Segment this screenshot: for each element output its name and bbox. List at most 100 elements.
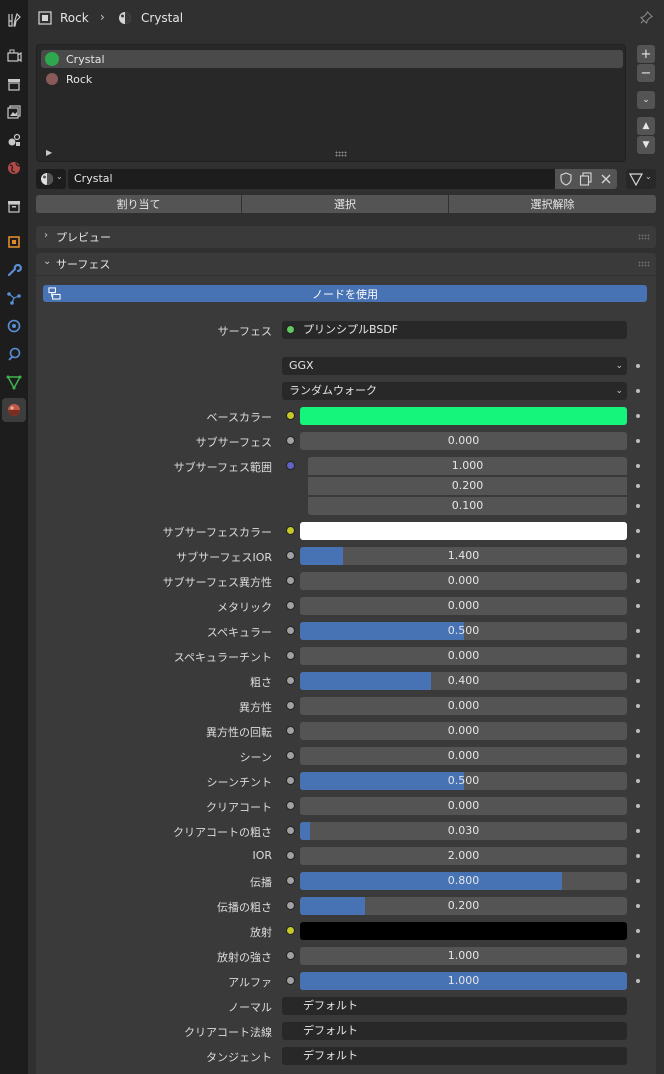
value-slider[interactable]: 1.000 — [300, 947, 627, 965]
socket-icon[interactable] — [286, 851, 295, 860]
move-down-button[interactable]: ▼ — [637, 136, 655, 154]
socket-icon[interactable] — [286, 951, 295, 960]
vector-component-field[interactable]: 0.100 — [308, 497, 627, 515]
filter-expand-icon[interactable]: ▶ — [46, 148, 52, 157]
socket-icon[interactable] — [286, 901, 295, 910]
vector-component-field[interactable]: 1.000 — [308, 457, 627, 475]
value-slider[interactable]: 0.000 — [300, 697, 627, 715]
remove-slot-button[interactable]: − — [637, 64, 655, 82]
animate-dot[interactable] — [636, 414, 640, 418]
animate-dot[interactable] — [636, 554, 640, 558]
unlink-close-icon[interactable] — [599, 172, 613, 186]
browse-material-button[interactable]: ⌄ — [36, 169, 66, 189]
value-slider[interactable]: 0.500 — [300, 622, 627, 640]
animate-dot[interactable] — [636, 954, 640, 958]
physics-tab[interactable] — [2, 314, 26, 338]
value-slider[interactable]: 1.000 — [300, 972, 627, 990]
value-slider[interactable]: 0.200 — [300, 897, 627, 915]
animate-dot[interactable] — [636, 679, 640, 683]
vector-component-field[interactable]: 0.200 — [308, 477, 627, 495]
value-slider[interactable]: 0.400 — [300, 672, 627, 690]
panel-drag-handle[interactable] — [638, 234, 650, 240]
assign-button[interactable]: 割り当て — [36, 195, 241, 213]
deselect-button[interactable]: 選択解除 — [449, 195, 656, 213]
socket-icon[interactable] — [286, 676, 295, 685]
particles-tab[interactable] — [2, 286, 26, 310]
material-name-field[interactable]: Crystal — [68, 169, 582, 189]
animate-dot[interactable] — [636, 504, 640, 508]
animate-dot[interactable] — [636, 729, 640, 733]
socket-icon[interactable] — [286, 436, 295, 445]
material-tab[interactable] — [2, 398, 26, 422]
value-slider[interactable]: 0.000 — [300, 597, 627, 615]
data-tab[interactable] — [2, 370, 26, 394]
fake-user-shield-icon[interactable] — [559, 172, 573, 186]
value-slider[interactable]: 0.000 — [300, 797, 627, 815]
animate-dot[interactable] — [636, 879, 640, 883]
socket-icon[interactable] — [286, 976, 295, 985]
link-type-button[interactable]: ⌄ — [626, 169, 656, 189]
output-tab[interactable] — [2, 72, 26, 96]
animate-dot[interactable] — [636, 829, 640, 833]
constraints-tab[interactable] — [2, 342, 26, 366]
animate-dot[interactable] — [636, 484, 640, 488]
modifier-tab[interactable] — [2, 258, 26, 282]
socket-icon[interactable] — [286, 526, 295, 535]
duplicate-icon[interactable] — [579, 172, 593, 186]
value-slider[interactable]: 0.030 — [300, 822, 627, 840]
socket-icon[interactable] — [286, 551, 295, 560]
panel-drag-handle[interactable] — [638, 261, 650, 267]
subsurface-method-dropdown[interactable]: ランダムウォーク ⌄ — [282, 382, 627, 400]
value-slider[interactable]: 0.000 — [300, 722, 627, 740]
slot-item-crystal[interactable]: Crystal — [41, 50, 623, 68]
select-button[interactable]: 選択 — [242, 195, 448, 213]
animate-dot[interactable] — [636, 654, 640, 658]
value-slider[interactable]: 0.000 — [300, 647, 627, 665]
color-swatch[interactable] — [300, 407, 627, 425]
render-tab[interactable] — [2, 44, 26, 68]
animate-dot[interactable] — [636, 779, 640, 783]
world-tab[interactable] — [2, 156, 26, 180]
default-link-field[interactable]: デフォルト — [282, 1022, 627, 1040]
surface-shader-field[interactable]: プリンシプルBSDF — [282, 321, 627, 339]
specials-menu-button[interactable]: ⌄ — [637, 91, 655, 109]
animate-dot[interactable] — [636, 979, 640, 983]
socket-icon[interactable] — [286, 626, 295, 635]
animate-dot[interactable] — [636, 529, 640, 533]
value-slider[interactable]: 2.000 — [300, 847, 627, 865]
scene-tab[interactable] — [2, 128, 26, 152]
animate-dot[interactable] — [636, 904, 640, 908]
object-tab[interactable] — [2, 230, 26, 254]
slot-item-rock[interactable]: Rock — [41, 70, 623, 88]
distribution-dropdown[interactable]: GGX ⌄ — [282, 357, 627, 375]
material-slot-list[interactable]: Crystal Rock ▶ — [36, 44, 626, 162]
tool-tab[interactable] — [2, 8, 26, 32]
socket-icon[interactable] — [286, 751, 295, 760]
value-slider[interactable]: 0.000 — [300, 432, 627, 450]
socket-icon[interactable] — [286, 576, 295, 585]
socket-icon[interactable] — [286, 461, 295, 470]
socket-icon[interactable] — [286, 651, 295, 660]
socket-icon[interactable] — [286, 776, 295, 785]
animate-dot[interactable] — [636, 464, 640, 468]
animate-dot[interactable] — [636, 754, 640, 758]
animate-dot[interactable] — [636, 439, 640, 443]
socket-icon[interactable] — [286, 926, 295, 935]
animate-dot[interactable] — [636, 364, 640, 368]
animate-dot[interactable] — [636, 604, 640, 608]
socket-icon[interactable] — [286, 726, 295, 735]
color-swatch[interactable] — [300, 522, 627, 540]
move-up-button[interactable]: ▲ — [637, 117, 655, 135]
resize-handle[interactable] — [335, 151, 347, 157]
socket-icon[interactable] — [286, 801, 295, 810]
default-link-field[interactable]: デフォルト — [282, 1047, 627, 1065]
collection-tab[interactable] — [2, 194, 26, 218]
preview-panel-header[interactable]: › プレビュー — [36, 226, 656, 248]
default-link-field[interactable]: デフォルト — [282, 997, 627, 1015]
socket-icon[interactable] — [286, 701, 295, 710]
animate-dot[interactable] — [636, 854, 640, 858]
animate-dot[interactable] — [636, 579, 640, 583]
socket-icon[interactable] — [286, 601, 295, 610]
use-nodes-button[interactable]: ノードを使用 — [43, 285, 647, 302]
value-slider[interactable]: 0.000 — [300, 572, 627, 590]
